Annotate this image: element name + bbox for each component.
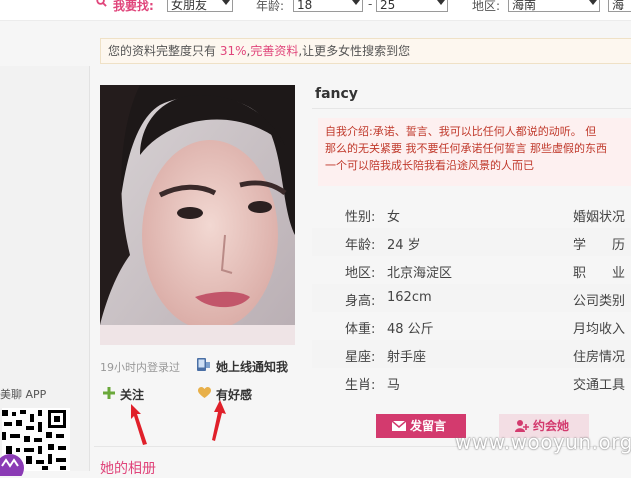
- notice-suffix: ,让更多女性搜索到您: [298, 44, 411, 58]
- height-value: 162cm: [387, 290, 432, 305]
- age-max-select[interactable]: 25: [376, 0, 448, 12]
- weight-label: 体重:: [345, 322, 376, 337]
- chevron-down-icon: [589, 0, 597, 5]
- gender-select-value: 女朋友: [171, 0, 208, 12]
- completeness-percent: 31%: [219, 44, 247, 58]
- chevron-down-icon: [437, 0, 445, 5]
- envelope-icon: [392, 421, 406, 431]
- annotation-arrow-icon: [131, 404, 147, 445]
- annotation-arrow-icon: [212, 400, 226, 441]
- age-max-value: 25: [380, 0, 396, 12]
- chevron-down-icon: [222, 0, 230, 5]
- age-separator: -: [368, 0, 373, 11]
- marital-status-label: 婚姻状况: [573, 210, 626, 225]
- gender-select[interactable]: 女朋友: [167, 0, 233, 12]
- occupation-label: 职 业: [573, 266, 626, 281]
- sidebar-divider: [89, 66, 90, 471]
- chinese-zodiac-value: 马: [387, 378, 401, 393]
- age-min-select[interactable]: 18: [293, 0, 363, 12]
- age-value: 24 岁: [387, 238, 421, 253]
- app-logo-icon: [0, 454, 24, 476]
- chinese-zodiac-label: 生肖:: [345, 378, 376, 393]
- nickname: fancy: [315, 86, 358, 102]
- income-label: 月均收入: [573, 322, 626, 337]
- age-label-field: 年龄:: [345, 238, 376, 253]
- housing-label: 住房情况: [573, 350, 626, 365]
- height-label: 身高:: [345, 294, 376, 309]
- gender-label: 性别:: [345, 210, 376, 225]
- album-title[interactable]: 她的相册: [100, 458, 156, 478]
- chevron-down-icon: [352, 0, 360, 5]
- portrait-image: [100, 85, 295, 345]
- search-icon: [96, 0, 107, 7]
- province-value: 海南: [512, 0, 537, 12]
- city-value: 海: [612, 0, 625, 12]
- transport-label: 交通工具: [573, 378, 626, 393]
- leave-message-label: 发留言: [410, 419, 447, 433]
- search-label: 我要找:: [113, 0, 154, 13]
- self-introduction: 自我介绍:承诺、誓言、我可以比任何人都说的动听。 但 那么的无关紧要 我不要任何…: [318, 118, 631, 186]
- bio-line: 那么的无关紧要 我不要任何承诺任何誓言 那些虚假的东西: [325, 142, 607, 155]
- weight-value: 48 公斤: [387, 322, 434, 337]
- region-label-field: 地区:: [345, 266, 376, 281]
- heart-icon[interactable]: [198, 387, 211, 399]
- notify-phone-icon[interactable]: [196, 357, 211, 372]
- notice-prefix: 您的资料完整度只有: [108, 44, 217, 58]
- province-select[interactable]: 海南: [508, 0, 600, 12]
- bio-line: 自我介绍:承诺、誓言、我可以比任何人都说的动听。 但: [325, 125, 597, 138]
- age-min-value: 18: [297, 0, 313, 12]
- age-label: 年龄:: [256, 0, 285, 13]
- profile-completeness-notice: 您的资料完整度只有 31%,完善资料,让更多女性搜索到您: [100, 38, 631, 64]
- gender-value: 女: [387, 210, 401, 225]
- company-type-label: 公司类别: [573, 294, 626, 309]
- region-label: 地区:: [472, 0, 501, 13]
- notify-online-link[interactable]: 她上线通知我: [216, 358, 288, 375]
- city-select[interactable]: 海: [608, 0, 631, 12]
- app-label: 美聊 APP: [0, 388, 47, 401]
- region-value: 北京海淀区: [387, 266, 453, 281]
- plus-icon[interactable]: [103, 387, 115, 399]
- zodiac-value: 射手座: [387, 350, 427, 365]
- leave-message-button[interactable]: 发留言: [376, 414, 466, 438]
- watermark: www.wooyun.org: [455, 430, 631, 454]
- zodiac-label: 星座:: [345, 350, 376, 365]
- bio-line: 一个可以陪我成长陪我看沿途风景的人而已: [325, 159, 534, 172]
- follow-button[interactable]: 关注: [120, 386, 144, 403]
- complete-profile-link[interactable]: 完善资料: [250, 44, 298, 58]
- education-label: 学 历: [573, 238, 626, 253]
- last-login-text: 19小时内登录过: [100, 361, 180, 374]
- profile-photo[interactable]: [100, 85, 295, 345]
- nickname-divider: [312, 108, 631, 109]
